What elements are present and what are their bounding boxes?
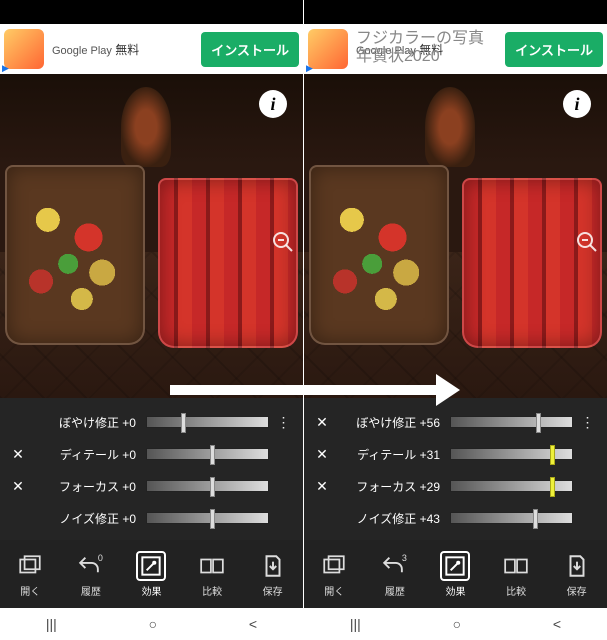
more-icon[interactable]: ⋮ — [275, 414, 293, 431]
effect-icon — [440, 551, 470, 581]
effect-icon — [136, 551, 166, 581]
save-icon — [258, 551, 288, 581]
android-nav-bar: ||| ○ < — [0, 608, 303, 640]
slider-blur[interactable]: ぼやけ修正 +0 ⋮ — [4, 406, 299, 438]
recent-apps-button[interactable]: ||| — [350, 616, 361, 632]
open-button[interactable]: 開く — [2, 551, 58, 598]
open-button[interactable]: 開く — [306, 551, 362, 598]
reset-icon[interactable]: ✕ — [314, 414, 330, 431]
zoom-out-icon[interactable] — [271, 230, 295, 254]
compare-icon — [197, 551, 227, 581]
effect-button[interactable]: 効果 — [427, 551, 483, 598]
effect-button[interactable]: 効果 — [123, 551, 179, 598]
back-button[interactable]: < — [553, 616, 561, 632]
zoom-out-icon[interactable] — [575, 230, 599, 254]
install-button[interactable]: インストール — [201, 32, 299, 67]
slider-noise[interactable]: ノイズ修正 +0 — [4, 502, 299, 534]
ad-app-icon — [4, 29, 44, 69]
slider-track[interactable] — [146, 480, 269, 492]
slider-track[interactable] — [146, 512, 269, 524]
slider-blur[interactable]: ✕ ぼやけ修正 +56 ⋮ — [308, 406, 603, 438]
reset-icon[interactable]: ✕ — [314, 478, 330, 495]
ad-banner[interactable]: Google Play 無料 フジカラーの写真 年賀状2020 インストール ▶ — [304, 24, 607, 74]
back-button[interactable]: < — [249, 616, 257, 632]
slider-noise[interactable]: ノイズ修正 +43 — [308, 502, 603, 534]
reset-icon[interactable]: ✕ — [10, 446, 26, 463]
info-icon[interactable]: i — [563, 90, 591, 118]
open-icon — [319, 551, 349, 581]
photo-preview[interactable]: i — [0, 74, 303, 398]
ad-overlay-text: フジカラーの写真 年賀状2020 — [356, 30, 484, 65]
sliders-panel: ぼやけ修正 +0 ⋮ ✕ ディテール +0 ✕ フォーカス +0 ノイズ修正 +… — [0, 398, 303, 540]
history-button[interactable]: 0 履歴 — [63, 551, 119, 598]
reset-icon[interactable]: ✕ — [10, 478, 26, 495]
reset-icon[interactable]: ✕ — [314, 446, 330, 463]
compare-button[interactable]: 比較 — [184, 551, 240, 598]
save-button[interactable]: 保存 — [245, 551, 301, 598]
slider-focus[interactable]: ✕ フォーカス +29 — [308, 470, 603, 502]
bottom-toolbar: 開く 0 履歴 効果 比較 保存 — [0, 540, 303, 608]
undo-icon: 3 — [380, 551, 410, 581]
ad-marker-icon: ▶ — [2, 63, 9, 74]
android-nav-bar: ||| ○ < — [304, 608, 607, 640]
save-icon — [562, 551, 592, 581]
ad-app-icon — [308, 29, 348, 69]
ad-text: Google Play 無料 — [44, 41, 201, 58]
slider-track[interactable] — [450, 448, 573, 460]
more-icon[interactable]: ⋮ — [579, 414, 597, 431]
slider-track[interactable] — [450, 416, 573, 428]
info-icon[interactable]: i — [259, 90, 287, 118]
slider-detail[interactable]: ✕ ディテール +0 — [4, 438, 299, 470]
sliders-panel: ✕ ぼやけ修正 +56 ⋮ ✕ ディテール +31 ✕ フォーカス +29 ノイ… — [304, 398, 607, 540]
open-icon — [15, 551, 45, 581]
home-button[interactable]: ○ — [453, 616, 461, 632]
status-bar — [0, 0, 303, 24]
home-button[interactable]: ○ — [149, 616, 157, 632]
history-button[interactable]: 3 履歴 — [367, 551, 423, 598]
bottom-toolbar: 開く 3 履歴 効果 比較 保存 — [304, 540, 607, 608]
install-button[interactable]: インストール — [505, 32, 603, 67]
transition-arrow-icon — [170, 380, 460, 400]
slider-track[interactable] — [146, 416, 269, 428]
ad-banner[interactable]: Google Play 無料 インストール ▶ — [0, 24, 303, 74]
recent-apps-button[interactable]: ||| — [46, 616, 57, 632]
compare-icon — [501, 551, 531, 581]
phone-left: Google Play 無料 インストール ▶ i ぼやけ修正 +0 — [0, 0, 303, 640]
slider-track[interactable] — [146, 448, 269, 460]
status-bar — [304, 0, 607, 24]
slider-track[interactable] — [450, 480, 573, 492]
undo-icon: 0 — [76, 551, 106, 581]
slider-detail[interactable]: ✕ ディテール +31 — [308, 438, 603, 470]
save-button[interactable]: 保存 — [549, 551, 605, 598]
compare-button[interactable]: 比較 — [488, 551, 544, 598]
slider-track[interactable] — [450, 512, 573, 524]
phone-right: Google Play 無料 フジカラーの写真 年賀状2020 インストール ▶… — [304, 0, 607, 640]
slider-focus[interactable]: ✕ フォーカス +0 — [4, 470, 299, 502]
photo-preview[interactable]: i — [304, 74, 607, 398]
ad-marker-icon: ▶ — [306, 63, 313, 74]
